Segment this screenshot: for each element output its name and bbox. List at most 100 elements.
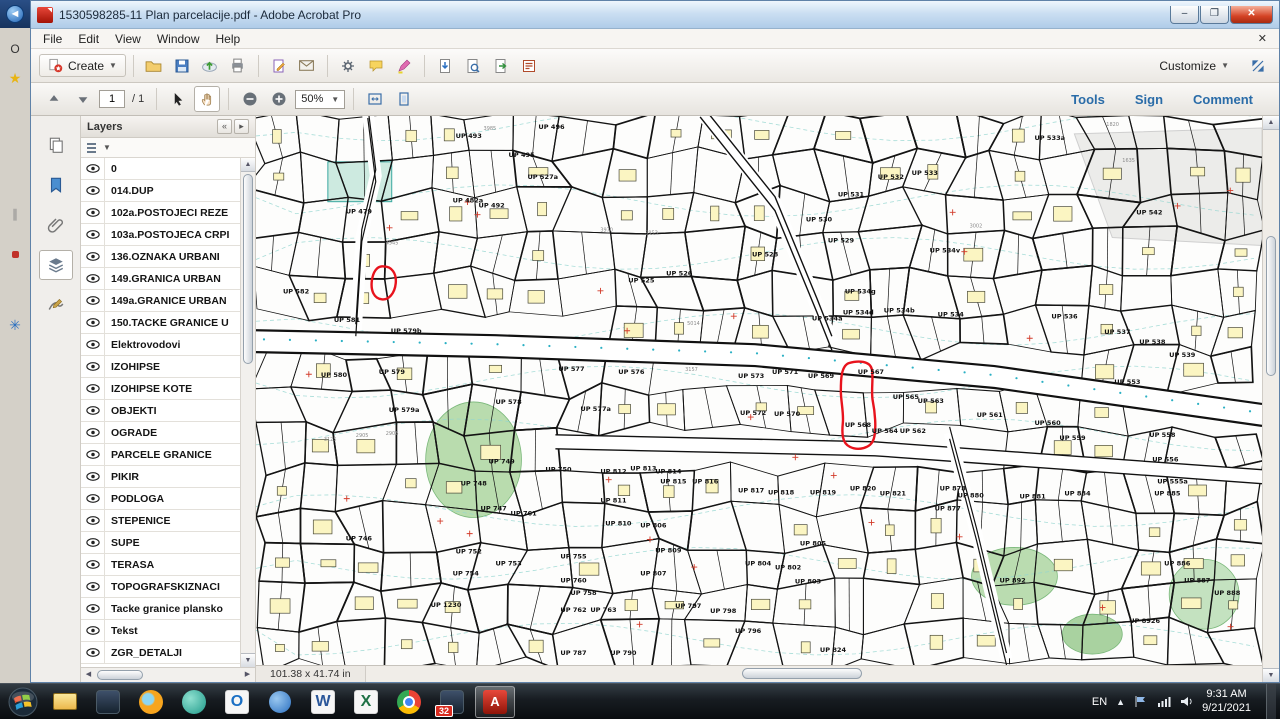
- layer-row[interactable]: 149.GRANICA URBAN: [81, 268, 240, 290]
- page-thumbnails-button[interactable]: [39, 130, 73, 160]
- taskbar-outlook[interactable]: O: [217, 686, 257, 718]
- menu-file[interactable]: File: [35, 30, 70, 48]
- bookmarks-button[interactable]: [39, 170, 73, 200]
- layer-row[interactable]: 136.OZNAKA URBANI: [81, 246, 240, 268]
- open-button[interactable]: [141, 53, 167, 79]
- layer-row[interactable]: 149a.GRANICE URBAN: [81, 290, 240, 312]
- layer-row[interactable]: OGRADE: [81, 422, 240, 444]
- maximize-button[interactable]: ❐: [1200, 6, 1229, 24]
- layer-row[interactable]: ZGR_DETALJI: [81, 642, 240, 664]
- taskbar-firefox[interactable]: [131, 686, 171, 718]
- layer-row[interactable]: 0: [81, 158, 240, 180]
- fit-page-button[interactable]: [391, 86, 417, 112]
- doc-search-button[interactable]: [460, 53, 486, 79]
- back-arrow-icon[interactable]: ◄: [6, 5, 24, 23]
- volume-icon[interactable]: [1180, 696, 1193, 707]
- taskbar-acrobat[interactable]: A: [475, 686, 515, 718]
- eye-visibility-icon[interactable]: [81, 268, 105, 289]
- eye-visibility-icon[interactable]: [81, 444, 105, 465]
- eye-visibility-icon[interactable]: [81, 246, 105, 267]
- eye-visibility-icon[interactable]: [81, 576, 105, 597]
- taskbar-app-notify[interactable]: 32: [432, 686, 472, 718]
- next-page-button[interactable]: [70, 86, 96, 112]
- layer-row[interactable]: PIKIR: [81, 466, 240, 488]
- previous-page-button[interactable]: [41, 86, 67, 112]
- taskbar-clock[interactable]: 9:31 AM 9/21/2021: [1202, 688, 1251, 714]
- layer-row[interactable]: 102a.POSTOJECI REZE: [81, 202, 240, 224]
- chevron-down-icon[interactable]: ▼: [103, 143, 111, 152]
- customize-button[interactable]: Customize ▼: [1153, 56, 1235, 76]
- highlight-button[interactable]: [391, 53, 417, 79]
- menu-help[interactable]: Help: [208, 30, 249, 48]
- eye-visibility-icon[interactable]: [81, 554, 105, 575]
- eye-visibility-icon[interactable]: [81, 488, 105, 509]
- taskbar-excel[interactable]: X: [346, 686, 386, 718]
- network-icon[interactable]: [1157, 696, 1171, 707]
- eye-visibility-icon[interactable]: [81, 290, 105, 311]
- print-button[interactable]: [225, 53, 251, 79]
- minimize-button[interactable]: –: [1170, 6, 1199, 24]
- zoom-level-select[interactable]: 50% ▼: [295, 90, 345, 109]
- expand-panes-button[interactable]: [1245, 53, 1271, 79]
- layer-row[interactable]: 150.TACKE GRANICE U: [81, 312, 240, 334]
- pane-link-tools[interactable]: Tools: [1071, 92, 1105, 107]
- eye-visibility-icon[interactable]: [81, 422, 105, 443]
- start-button[interactable]: [8, 687, 38, 717]
- cloud-upload-button[interactable]: [197, 53, 223, 79]
- zoom-in-button[interactable]: [266, 86, 292, 112]
- select-tool-button[interactable]: [165, 86, 191, 112]
- layer-row[interactable]: 103a.POSTOJECA CRPI: [81, 224, 240, 246]
- gear-button[interactable]: [335, 53, 361, 79]
- eye-visibility-icon[interactable]: [81, 334, 105, 355]
- flag-icon[interactable]: [1134, 696, 1148, 707]
- eye-visibility-icon[interactable]: [81, 620, 105, 641]
- create-button[interactable]: Create ▼: [39, 54, 126, 77]
- taskbar-app-blue[interactable]: [260, 686, 300, 718]
- eye-visibility-icon[interactable]: [81, 356, 105, 377]
- layers-scrollbar[interactable]: ▲ ▼: [240, 158, 255, 667]
- scrollbar-thumb[interactable]: [97, 670, 143, 680]
- scrollbar-thumb[interactable]: [243, 174, 253, 364]
- show-hidden-icons-icon[interactable]: ▲: [1116, 697, 1125, 707]
- layers-horizontal-scrollbar[interactable]: ◀ ▶: [81, 667, 255, 682]
- save-button[interactable]: [169, 53, 195, 79]
- scroll-down-icon[interactable]: ▼: [1263, 668, 1279, 682]
- layer-row[interactable]: TERASA: [81, 554, 240, 576]
- comment-bubble-button[interactable]: [363, 53, 389, 79]
- layer-row[interactable]: STEPENICE: [81, 510, 240, 532]
- hand-tool-button[interactable]: [194, 86, 220, 112]
- layer-row[interactable]: SUPE: [81, 532, 240, 554]
- pane-link-sign[interactable]: Sign: [1135, 92, 1163, 107]
- show-desktop-button[interactable]: [1266, 684, 1276, 719]
- tray-language[interactable]: EN: [1092, 696, 1107, 708]
- scroll-left-icon[interactable]: ◀: [81, 668, 96, 682]
- menu-window[interactable]: Window: [149, 30, 208, 48]
- menu-edit[interactable]: Edit: [70, 30, 107, 48]
- eye-visibility-icon[interactable]: [81, 378, 105, 399]
- eye-visibility-icon[interactable]: [81, 532, 105, 553]
- taskbar-app-dark-1[interactable]: [88, 686, 128, 718]
- eye-visibility-icon[interactable]: [81, 598, 105, 619]
- layer-row[interactable]: Tacke granice plansko: [81, 598, 240, 620]
- titlebar[interactable]: 1530598285-11 Plan parcelacije.pdf - Ado…: [31, 1, 1279, 29]
- eye-visibility-icon[interactable]: [81, 400, 105, 421]
- eye-visibility-icon[interactable]: [81, 510, 105, 531]
- taskbar-explorer[interactable]: [45, 686, 85, 718]
- horizontal-scrollbar[interactable]: [365, 666, 1262, 682]
- eye-visibility-icon[interactable]: [81, 202, 105, 223]
- edit-button[interactable]: [266, 53, 292, 79]
- eye-visibility-icon[interactable]: [81, 180, 105, 201]
- signatures-button[interactable]: [39, 290, 73, 320]
- taskbar-word[interactable]: W: [303, 686, 343, 718]
- parcel-map[interactable]: UP 493UP 496UP 495UP 527aUP 533aUP 533UP…: [256, 116, 1262, 665]
- vertical-scrollbar[interactable]: ▲ ▼: [1262, 116, 1279, 682]
- scrollbar-thumb[interactable]: [742, 668, 862, 679]
- layer-row[interactable]: 014.DUP: [81, 180, 240, 202]
- email-button[interactable]: [294, 53, 320, 79]
- scrollbar-thumb[interactable]: [1266, 236, 1276, 376]
- layer-row[interactable]: TOPOGRAFSKIZNACI: [81, 576, 240, 598]
- layer-row[interactable]: IZOHIPSE: [81, 356, 240, 378]
- layer-row[interactable]: Elektrovodovi: [81, 334, 240, 356]
- scroll-up-icon[interactable]: ▲: [1263, 116, 1279, 130]
- eye-visibility-icon[interactable]: [81, 312, 105, 333]
